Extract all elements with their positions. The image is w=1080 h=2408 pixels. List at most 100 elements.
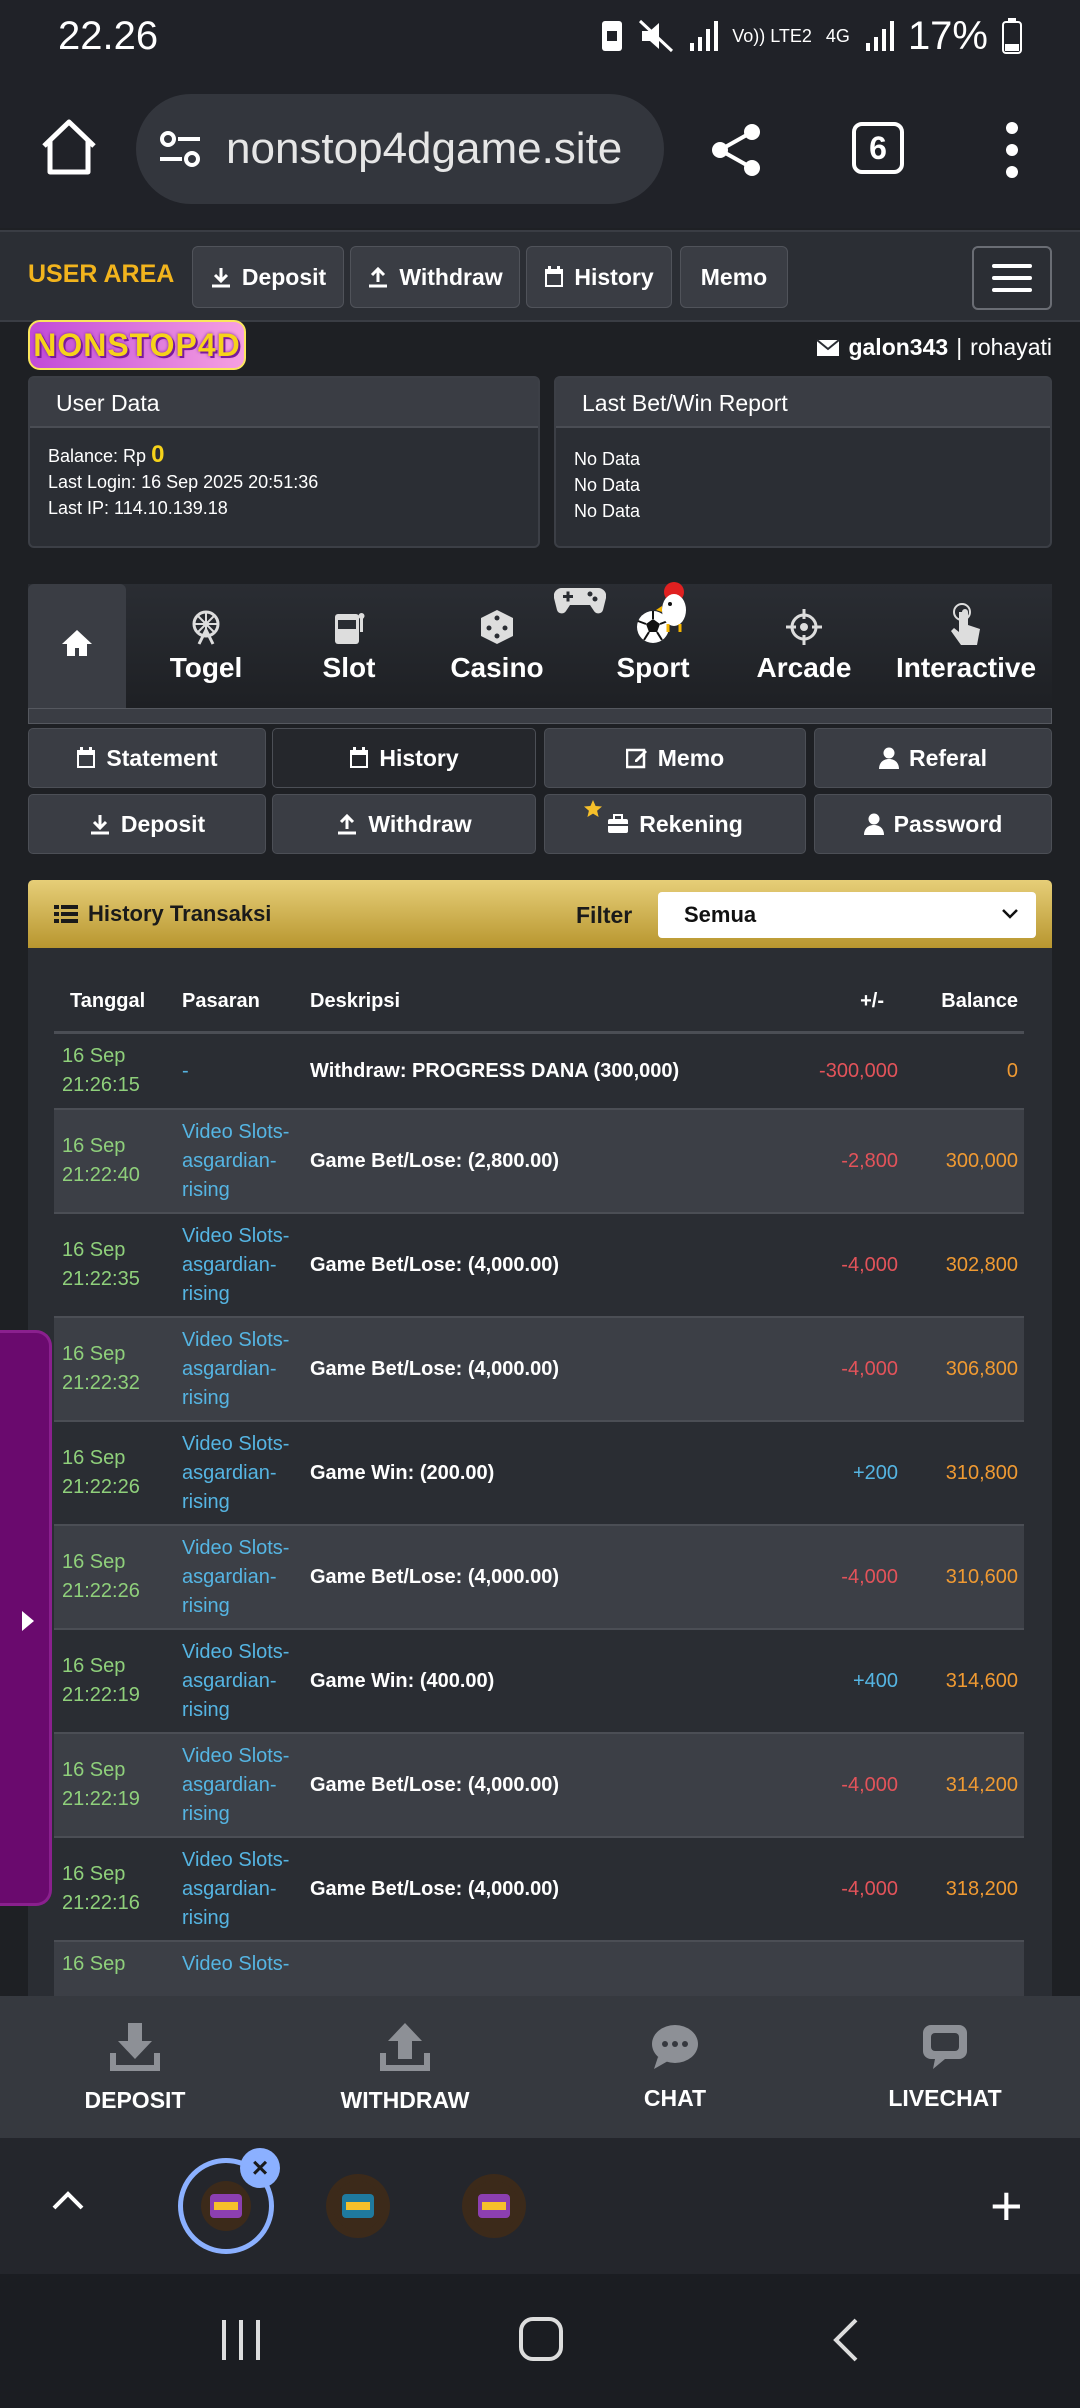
nav-memo-button[interactable]: Memo xyxy=(680,246,788,308)
cell-tanggal: 16 Sep 21:22:35 xyxy=(54,1236,182,1294)
table-row: 16 Sep 21:26:15 - Withdraw: PROGRESS DANA (… xyxy=(54,1034,1024,1110)
home-icon[interactable] xyxy=(38,116,100,178)
nav-history-button[interactable]: History xyxy=(526,246,672,308)
cell-date: 16 Sep xyxy=(62,1045,126,1067)
cell-time: 21:22:26 xyxy=(62,1476,140,1498)
brand-logo[interactable]: NONSTOP4D xyxy=(28,320,246,370)
bottom-chat-label: CHAT xyxy=(643,2084,707,2111)
nav-withdraw-button[interactable]: Withdraw xyxy=(350,246,520,308)
memo-button[interactable]: Memo xyxy=(544,728,806,788)
tab-slot[interactable]: Slot xyxy=(284,584,414,708)
cell-pasaran-line: Video Slots- xyxy=(182,1848,290,1871)
cell-amount: -4,000 xyxy=(841,1877,898,1900)
home-nav-icon[interactable] xyxy=(518,2316,564,2362)
cell-balance: 310,600 xyxy=(945,1565,1018,1588)
chevron-up-icon[interactable] xyxy=(50,2188,86,2212)
sim-icon xyxy=(602,21,623,51)
side-drawer-tab[interactable] xyxy=(0,1330,52,1906)
hamburger-menu-button[interactable] xyxy=(972,246,1052,310)
cell-date: 16 Sep xyxy=(62,1447,126,1469)
col-balance: Balance xyxy=(941,990,1018,1012)
tab-interactive[interactable]: Interactive xyxy=(880,584,1052,708)
col-tanggal: Tanggal xyxy=(70,990,146,1012)
tab-arcade[interactable]: Arcade xyxy=(728,584,880,708)
tab-casino[interactable]: Casino xyxy=(424,584,570,708)
cell-tanggal: 16 Sep 21:22:26 xyxy=(54,1548,182,1606)
table-row: 16 Sep 21:22:19 Video Slots-asgardian-risi… xyxy=(54,1630,1024,1734)
download-icon xyxy=(110,2022,160,2071)
cell-pasaran-line: Video Slots- xyxy=(182,1432,290,1455)
livechat-icon xyxy=(923,2024,967,2069)
status-icons: Vo)) LTE2 4G 17% xyxy=(600,14,1022,59)
nav-deposit-button[interactable]: Deposit xyxy=(192,246,344,308)
cell-pasaran-line: rising xyxy=(182,1282,230,1305)
memo-label: Memo xyxy=(657,744,725,771)
cell-amount: -4,000 xyxy=(841,1253,898,1276)
bottom-withdraw-button[interactable]: WITHDRAW xyxy=(270,1996,540,2138)
cell-time: 21:22:16 xyxy=(62,1892,140,1914)
list-icon xyxy=(54,905,78,923)
recent-apps-icon[interactable] xyxy=(218,2318,264,2362)
cell-pasaran: Video Slots-asgardian-rising xyxy=(182,1534,310,1621)
bottom-deposit-button[interactable]: DEPOSIT xyxy=(0,1996,270,2138)
cell-pasaran: Video Slots-asgardian-rising xyxy=(182,1326,310,1413)
password-label: Password xyxy=(893,810,1003,837)
col-amount: +/- xyxy=(860,990,884,1012)
user-info: galon343 | rohayati xyxy=(816,334,1052,361)
username: galon343 xyxy=(848,334,949,360)
calendar-icon xyxy=(77,747,96,768)
tab-divider xyxy=(28,708,1052,724)
close-tab-icon[interactable]: × xyxy=(240,2148,280,2188)
cell-deskripsi: Game Win: (400.00) xyxy=(310,1669,495,1692)
referal-button[interactable]: Referal xyxy=(814,728,1052,788)
cell-balance: 314,600 xyxy=(945,1669,1018,1692)
cell-amount: +200 xyxy=(852,1461,898,1484)
url-bar[interactable]: nonstop4dgame.site xyxy=(136,94,664,204)
table-row: 16 Sep 21:22:32 Video Slots-asgardian-risi… xyxy=(54,1318,1024,1422)
touch-icon xyxy=(951,603,980,645)
cell-tanggal: 16 Sep 21:22:40 xyxy=(54,1132,182,1190)
statement-button[interactable]: Statement xyxy=(28,728,266,788)
history-table: Tanggal Pasaran Deskripsi +/- Balance 16… xyxy=(54,972,1024,1998)
bottom-livechat-button[interactable]: LIVECHAT xyxy=(810,1996,1080,2138)
withdraw-button[interactable]: Withdraw xyxy=(272,794,536,854)
url-text[interactable]: nonstop4dgame.site xyxy=(226,124,622,174)
site-settings-icon[interactable] xyxy=(156,125,204,173)
cell-pasaran-line: asgardian- xyxy=(182,1877,277,1900)
user-separator: | xyxy=(956,334,963,360)
bottom-nav: DEPOSIT WITHDRAW CHAT LIVECHAT xyxy=(0,1996,1080,2138)
filter-select[interactable]: Semua xyxy=(658,892,1036,938)
cell-date: 16 Sep xyxy=(62,1135,126,1157)
rekening-button[interactable]: Rekening xyxy=(544,794,806,854)
cell-pasaran-line: Video Slots- xyxy=(182,1224,290,1247)
password-button[interactable]: Password xyxy=(814,794,1052,854)
signal-icon-2 xyxy=(865,21,894,51)
tab-home[interactable] xyxy=(28,584,126,708)
tab-switcher-button[interactable]: 6 xyxy=(852,122,904,174)
back-icon[interactable] xyxy=(830,2316,862,2364)
cell-pasaran-line: rising xyxy=(182,1386,230,1409)
upload-icon xyxy=(380,2022,430,2071)
cell-pasaran-line: Video Slots- xyxy=(182,1120,290,1143)
browser-tab[interactable] xyxy=(462,2174,526,2238)
chevron-down-icon xyxy=(1002,909,1018,919)
mail-icon[interactable] xyxy=(816,338,841,357)
browser-tab[interactable] xyxy=(326,2174,390,2238)
user-icon xyxy=(863,813,884,835)
user-fullname: rohayati xyxy=(970,334,1052,360)
user-area-label: USER AREA xyxy=(28,260,175,288)
cell-pasaran-line: Video Slots- xyxy=(182,1640,290,1663)
cell-time: 21:26:15 xyxy=(62,1074,140,1096)
deposit-button[interactable]: Deposit xyxy=(28,794,266,854)
share-icon[interactable] xyxy=(706,120,766,180)
calendar-icon xyxy=(545,266,564,287)
history-button[interactable]: History xyxy=(272,728,536,788)
user-area-nav: USER AREA Deposit Withdraw History Memo xyxy=(0,230,1080,322)
balance-line: Balance: Rp 0 xyxy=(48,442,520,469)
more-menu-icon[interactable] xyxy=(1000,120,1024,180)
bottom-chat-button[interactable]: CHAT xyxy=(540,1996,810,2138)
tab-togel[interactable]: Togel xyxy=(138,584,274,708)
cell-balance: 318,200 xyxy=(945,1877,1018,1900)
new-tab-icon[interactable]: + xyxy=(990,2178,1023,2234)
tab-casino-label: Casino xyxy=(450,652,544,683)
